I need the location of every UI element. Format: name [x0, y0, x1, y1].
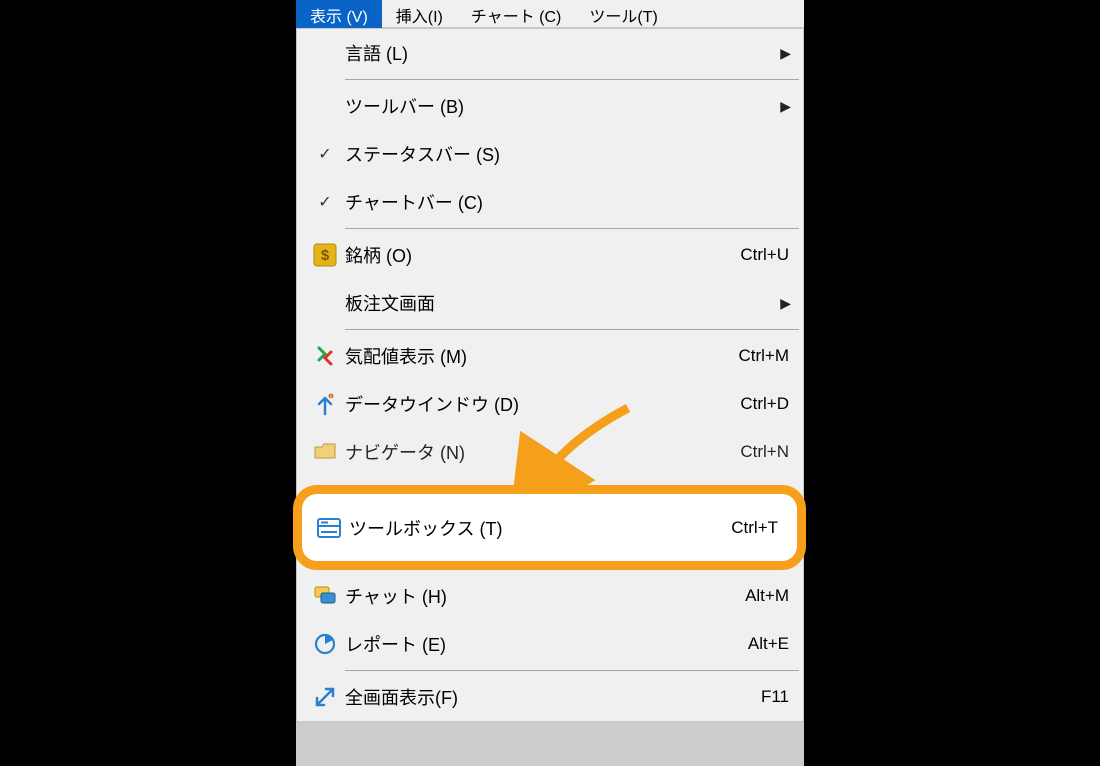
market-watch-icon: [313, 344, 337, 368]
view-dropdown-menu: 言語 (L) ▶ ツールバー (B) ▶ ✓ ステータスバー (S) ✓ チャー…: [296, 28, 804, 722]
strategy-tester-icon: [313, 536, 337, 560]
menu-label: 言語 (L): [345, 40, 775, 66]
menu-label: 気配値表示 (M): [345, 343, 738, 369]
menu-item-chartbar[interactable]: ✓ チャートバー (C): [297, 178, 803, 226]
menu-item-toolbox[interactable]: [297, 476, 803, 524]
menu-shortcut: Ctrl+U: [740, 245, 791, 265]
menu-label: ナビゲータ (N): [345, 439, 740, 465]
menubar-item-view[interactable]: 表示 (V): [296, 0, 382, 28]
menu-item-fullscreen[interactable]: 全画面表示(F) F11: [297, 673, 803, 721]
svg-text:$: $: [321, 247, 330, 264]
report-icon: [313, 632, 337, 656]
submenu-arrow-icon: ▶: [775, 45, 791, 62]
menu-label: ステータスバー (S): [345, 141, 791, 167]
menubar: 表示 (V) 挿入(I) チャート (C) ツール(T): [296, 0, 804, 28]
fullscreen-icon: [313, 685, 337, 709]
menu-label: 銘柄 (O): [345, 242, 740, 268]
menubar-item-insert[interactable]: 挿入(I): [382, 0, 457, 28]
menu-item-navigator[interactable]: ナビゲータ (N) Ctrl+N: [297, 428, 803, 476]
submenu-arrow-icon: ▶: [775, 295, 791, 312]
menu-shortcut: Ctrl+M: [738, 346, 791, 366]
dollar-icon: $: [313, 243, 337, 267]
folder-icon: [313, 440, 337, 464]
submenu-arrow-icon: ▶: [775, 98, 791, 115]
chat-icon: [313, 584, 337, 608]
check-icon: ✓: [318, 144, 331, 164]
menu-item-chat[interactable]: チャット (H) Alt+M: [297, 572, 803, 620]
view-menu-panel: 表示 (V) 挿入(I) チャート (C) ツール(T) 言語 (L) ▶ ツー…: [296, 0, 804, 766]
menu-shortcut: Alt+E: [748, 634, 791, 654]
menu-item-symbols[interactable]: $ 銘柄 (O) Ctrl+U: [297, 231, 803, 279]
menu-separator: [345, 79, 799, 80]
check-icon: ✓: [318, 192, 331, 212]
menu-item-data-window[interactable]: i データウインドウ (D) Ctrl+D: [297, 380, 803, 428]
menu-label: 板注文画面: [345, 290, 775, 316]
menu-item-market-watch[interactable]: 気配値表示 (M) Ctrl+M: [297, 332, 803, 380]
menu-item-dom[interactable]: 板注文画面 ▶: [297, 279, 803, 327]
menu-separator: [345, 228, 799, 229]
menu-label: 全画面表示(F): [345, 684, 761, 710]
menu-shortcut: Ctrl+D: [740, 394, 791, 414]
menu-label: チャートバー (C): [345, 189, 791, 215]
menu-separator: [345, 670, 799, 671]
menubar-item-tools[interactable]: ツール(T): [575, 0, 671, 28]
menu-shortcut: Alt+M: [745, 586, 791, 606]
menu-label: ストラテジーテスター (R): [345, 535, 740, 561]
menubar-item-chart[interactable]: チャート (C): [457, 0, 576, 28]
menu-shortcut: Ctrl+N: [740, 442, 791, 462]
menu-label: データウインドウ (D): [345, 391, 740, 417]
menu-label: ツールバー (B): [345, 93, 775, 119]
menu-item-report[interactable]: レポート (E) Alt+E: [297, 620, 803, 668]
menu-separator: [345, 329, 799, 330]
menu-item-language[interactable]: 言語 (L) ▶: [297, 29, 803, 77]
menu-shortcut: Ctrl+R: [740, 538, 791, 558]
menu-label: レポート (E): [345, 631, 748, 657]
menu-item-statusbar[interactable]: ✓ ステータスバー (S): [297, 130, 803, 178]
data-window-icon: i: [313, 392, 337, 416]
menu-shortcut: F11: [761, 687, 791, 707]
menu-label: チャット (H): [345, 583, 745, 609]
menu-item-strategy-tester[interactable]: ストラテジーテスター (R) Ctrl+R: [297, 524, 803, 572]
menu-item-toolbar[interactable]: ツールバー (B) ▶: [297, 82, 803, 130]
